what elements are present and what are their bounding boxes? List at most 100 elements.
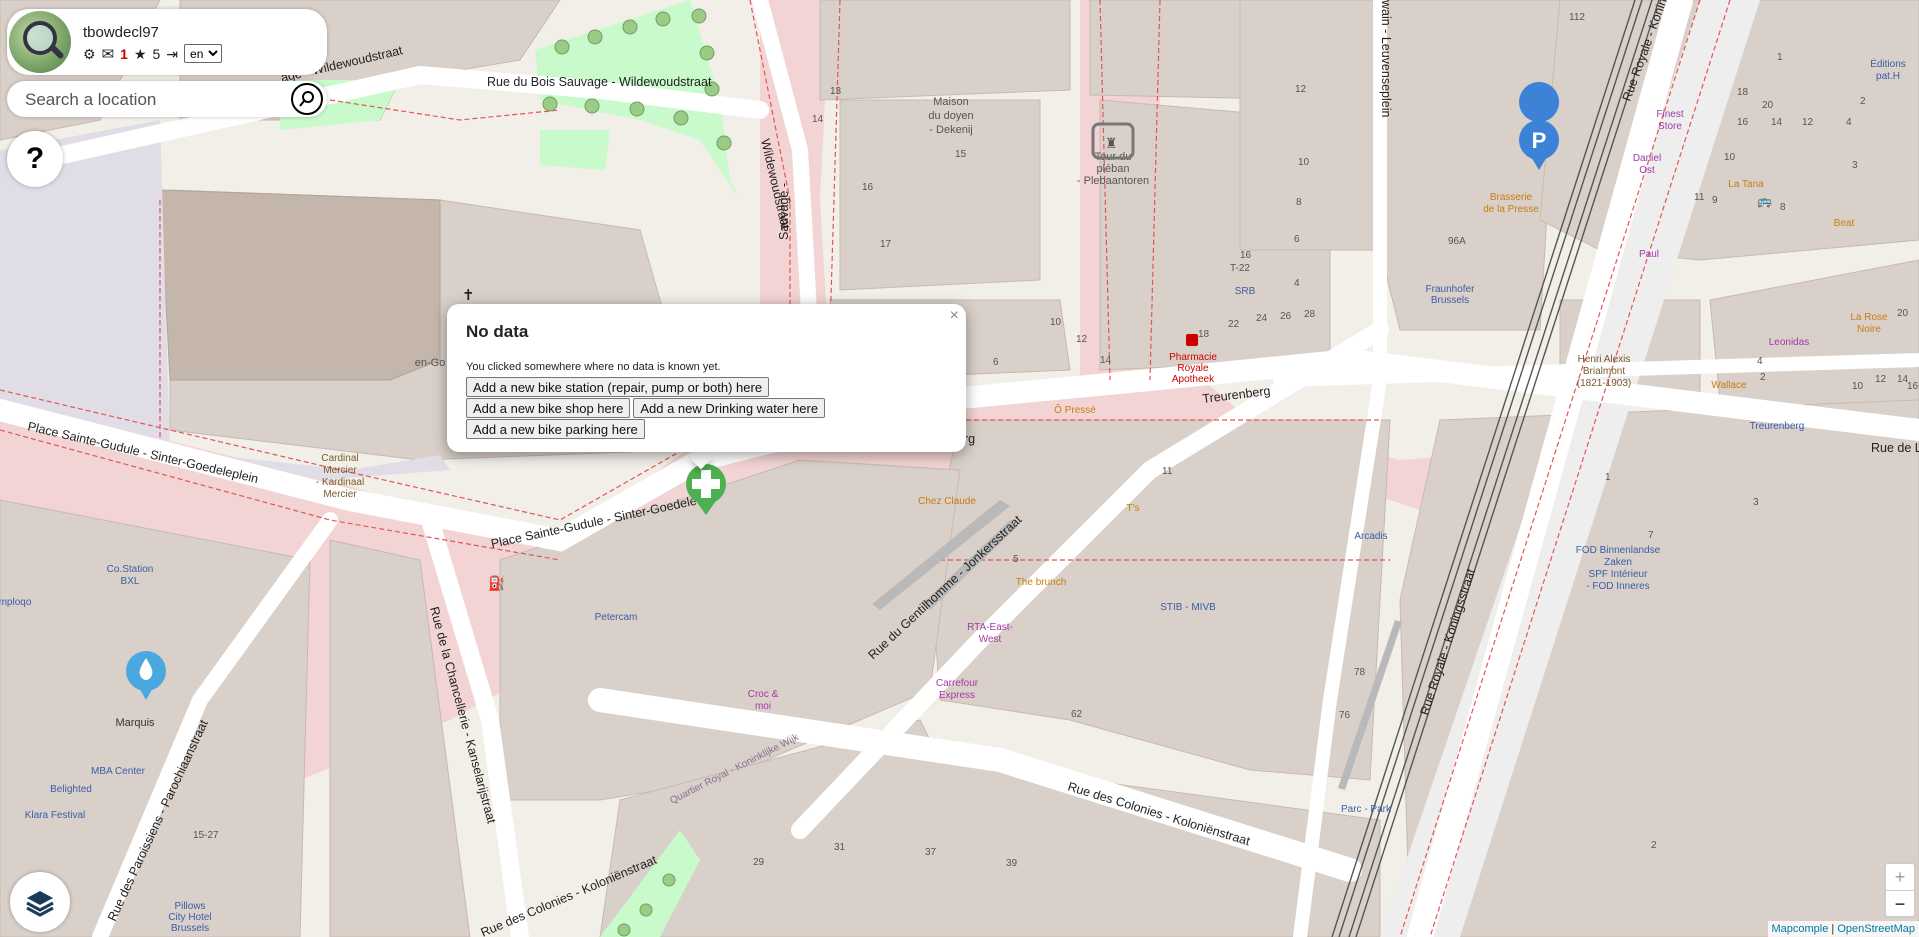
place-label: Mercier bbox=[323, 489, 357, 500]
language-select[interactable]: en bbox=[184, 44, 223, 63]
place-label: Store bbox=[1658, 121, 1682, 132]
place-label: pléban bbox=[1096, 163, 1129, 175]
map-canvas[interactable]: age - Wildewoudstraat Rue du Bois Sauvag… bbox=[0, 0, 1919, 937]
house-number: 78 bbox=[1354, 667, 1366, 678]
place-label: MBA Center bbox=[91, 766, 146, 777]
mail-icon[interactable]: ✉ bbox=[102, 45, 115, 63]
popup-title: No data bbox=[466, 322, 529, 341]
user-panel: tbowdecl97 ⚙ ✉ 1 ★ 5 ⇥ en bbox=[7, 9, 327, 75]
search-input[interactable] bbox=[23, 87, 287, 113]
place-label: Chez Claude bbox=[918, 496, 976, 507]
house-number: 4 bbox=[1846, 117, 1852, 128]
close-button[interactable]: × bbox=[950, 308, 959, 324]
place-label: La Tana bbox=[1728, 179, 1764, 190]
place-label: Brussels bbox=[171, 923, 209, 934]
search-bar bbox=[7, 81, 327, 117]
place-label: Éditions bbox=[1870, 57, 1906, 70]
place-label: Brussels bbox=[1431, 295, 1469, 306]
place-label: SPF Intérieur bbox=[1589, 569, 1649, 580]
house-number: 31 bbox=[834, 842, 846, 853]
place-label: Klara Festival bbox=[25, 810, 86, 821]
house-number: 14 bbox=[812, 114, 824, 125]
house-number: 16 bbox=[1907, 381, 1919, 392]
place-label: The brunch bbox=[1016, 577, 1067, 588]
zoom-in-button[interactable]: + bbox=[1886, 864, 1914, 891]
street-label: Rue de L bbox=[1871, 441, 1919, 455]
house-number: 26 bbox=[1280, 311, 1292, 322]
house-number: 16 bbox=[1737, 117, 1749, 128]
star-count: 5 bbox=[152, 45, 161, 62]
place-label: du doyen bbox=[928, 110, 973, 122]
house-number: 11 bbox=[1694, 192, 1705, 203]
user-actions: ⚙ ✉ 1 ★ 5 ⇥ en bbox=[83, 44, 223, 63]
house-number: 22 bbox=[1228, 319, 1240, 330]
house-number: 6 bbox=[1294, 234, 1300, 245]
house-number: 29 bbox=[753, 857, 765, 868]
search-button[interactable] bbox=[291, 83, 323, 115]
place-label: STIB - MIVB bbox=[1160, 602, 1216, 613]
place-label: Croc & bbox=[748, 689, 779, 700]
place-label: - FOD Inneres bbox=[1586, 581, 1649, 592]
house-number: 14 bbox=[1100, 355, 1112, 366]
house-number: 6 bbox=[993, 357, 999, 368]
bus-stop-icon: 🚌 bbox=[1757, 194, 1772, 208]
message-count[interactable]: 1 bbox=[120, 46, 128, 62]
place-label: Henri Alexis bbox=[1578, 354, 1631, 365]
add-bike-parking-button[interactable]: Add a new bike parking here bbox=[466, 419, 645, 439]
house-number: 3 bbox=[1753, 497, 1759, 508]
place-label: T's bbox=[1126, 503, 1139, 514]
zoom-out-button[interactable]: − bbox=[1886, 891, 1914, 917]
church-icon: ✝ bbox=[462, 287, 475, 304]
house-number: 28 bbox=[1304, 309, 1316, 320]
logout-icon[interactable]: ⇥ bbox=[166, 47, 178, 61]
house-number: 17 bbox=[880, 239, 892, 250]
place-label: Zaken bbox=[1604, 557, 1632, 568]
house-number: 2 bbox=[1651, 840, 1657, 851]
place-label: Petercam bbox=[595, 612, 638, 623]
place-label: Parc - Park bbox=[1341, 804, 1392, 815]
house-number: 76 bbox=[1339, 710, 1351, 721]
place-label: Beat bbox=[1834, 218, 1855, 229]
fuel-icon: ⛽ bbox=[488, 575, 505, 592]
mapcomplete-link[interactable]: Mapcomple bbox=[1772, 923, 1829, 935]
place-label: Maison bbox=[933, 96, 968, 108]
place-label: City Hotel bbox=[168, 912, 211, 923]
add-bike-station-button[interactable]: Add a new bike station (repair, pump or … bbox=[466, 377, 770, 397]
house-number: 14 bbox=[1771, 117, 1783, 128]
zoom-control: + − bbox=[1884, 862, 1916, 918]
pharmacy-icon bbox=[1186, 334, 1198, 346]
place-label: (1821-1903) bbox=[1577, 378, 1631, 389]
layers-button[interactable] bbox=[10, 872, 70, 932]
place-label: Brialmont bbox=[1583, 366, 1625, 377]
username[interactable]: tbowdecl97 bbox=[83, 24, 159, 41]
house-number: 37 bbox=[925, 847, 937, 858]
layers-icon bbox=[26, 891, 54, 917]
house-number: 16 bbox=[1240, 250, 1252, 261]
place-label: Co.Station bbox=[107, 564, 154, 575]
attribution: Mapcomple | OpenStreetMap bbox=[1767, 921, 1919, 937]
place-label: Finest bbox=[1656, 109, 1683, 120]
place-label: Fraunhofer bbox=[1426, 284, 1476, 295]
place-label: BXL bbox=[121, 576, 140, 587]
help-button[interactable]: ? bbox=[7, 131, 63, 187]
place-label: SRB bbox=[1235, 286, 1256, 297]
house-number: 20 bbox=[1897, 308, 1909, 319]
house-number: 3 bbox=[1852, 160, 1858, 171]
svg-text:P: P bbox=[1532, 128, 1547, 153]
mapcomplete-logo-icon[interactable] bbox=[9, 11, 71, 73]
place-label: Royale bbox=[1177, 363, 1209, 374]
place-label: Ô Pressé bbox=[1054, 403, 1096, 416]
place-label: T-22 bbox=[1230, 263, 1250, 274]
popup-actions: Add a new bike station (repair, pump or … bbox=[466, 377, 886, 440]
house-number: 10 bbox=[1852, 381, 1864, 392]
house-number: 18 bbox=[1198, 329, 1210, 340]
add-drinking-water-button[interactable]: Add a new Drinking water here bbox=[633, 398, 826, 418]
place-label: - Kardinaal bbox=[316, 477, 364, 488]
place-label: Daniel bbox=[1633, 153, 1661, 164]
house-number: 11 bbox=[1162, 466, 1173, 477]
street-label: Rue du Bois Sauvage - Wildewoudstraat bbox=[487, 75, 712, 89]
gear-icon[interactable]: ⚙ bbox=[83, 47, 96, 61]
osm-link[interactable]: OpenStreetMap bbox=[1837, 923, 1915, 935]
house-number: 16 bbox=[862, 182, 874, 193]
add-bike-shop-button[interactable]: Add a new bike shop here bbox=[466, 398, 631, 418]
